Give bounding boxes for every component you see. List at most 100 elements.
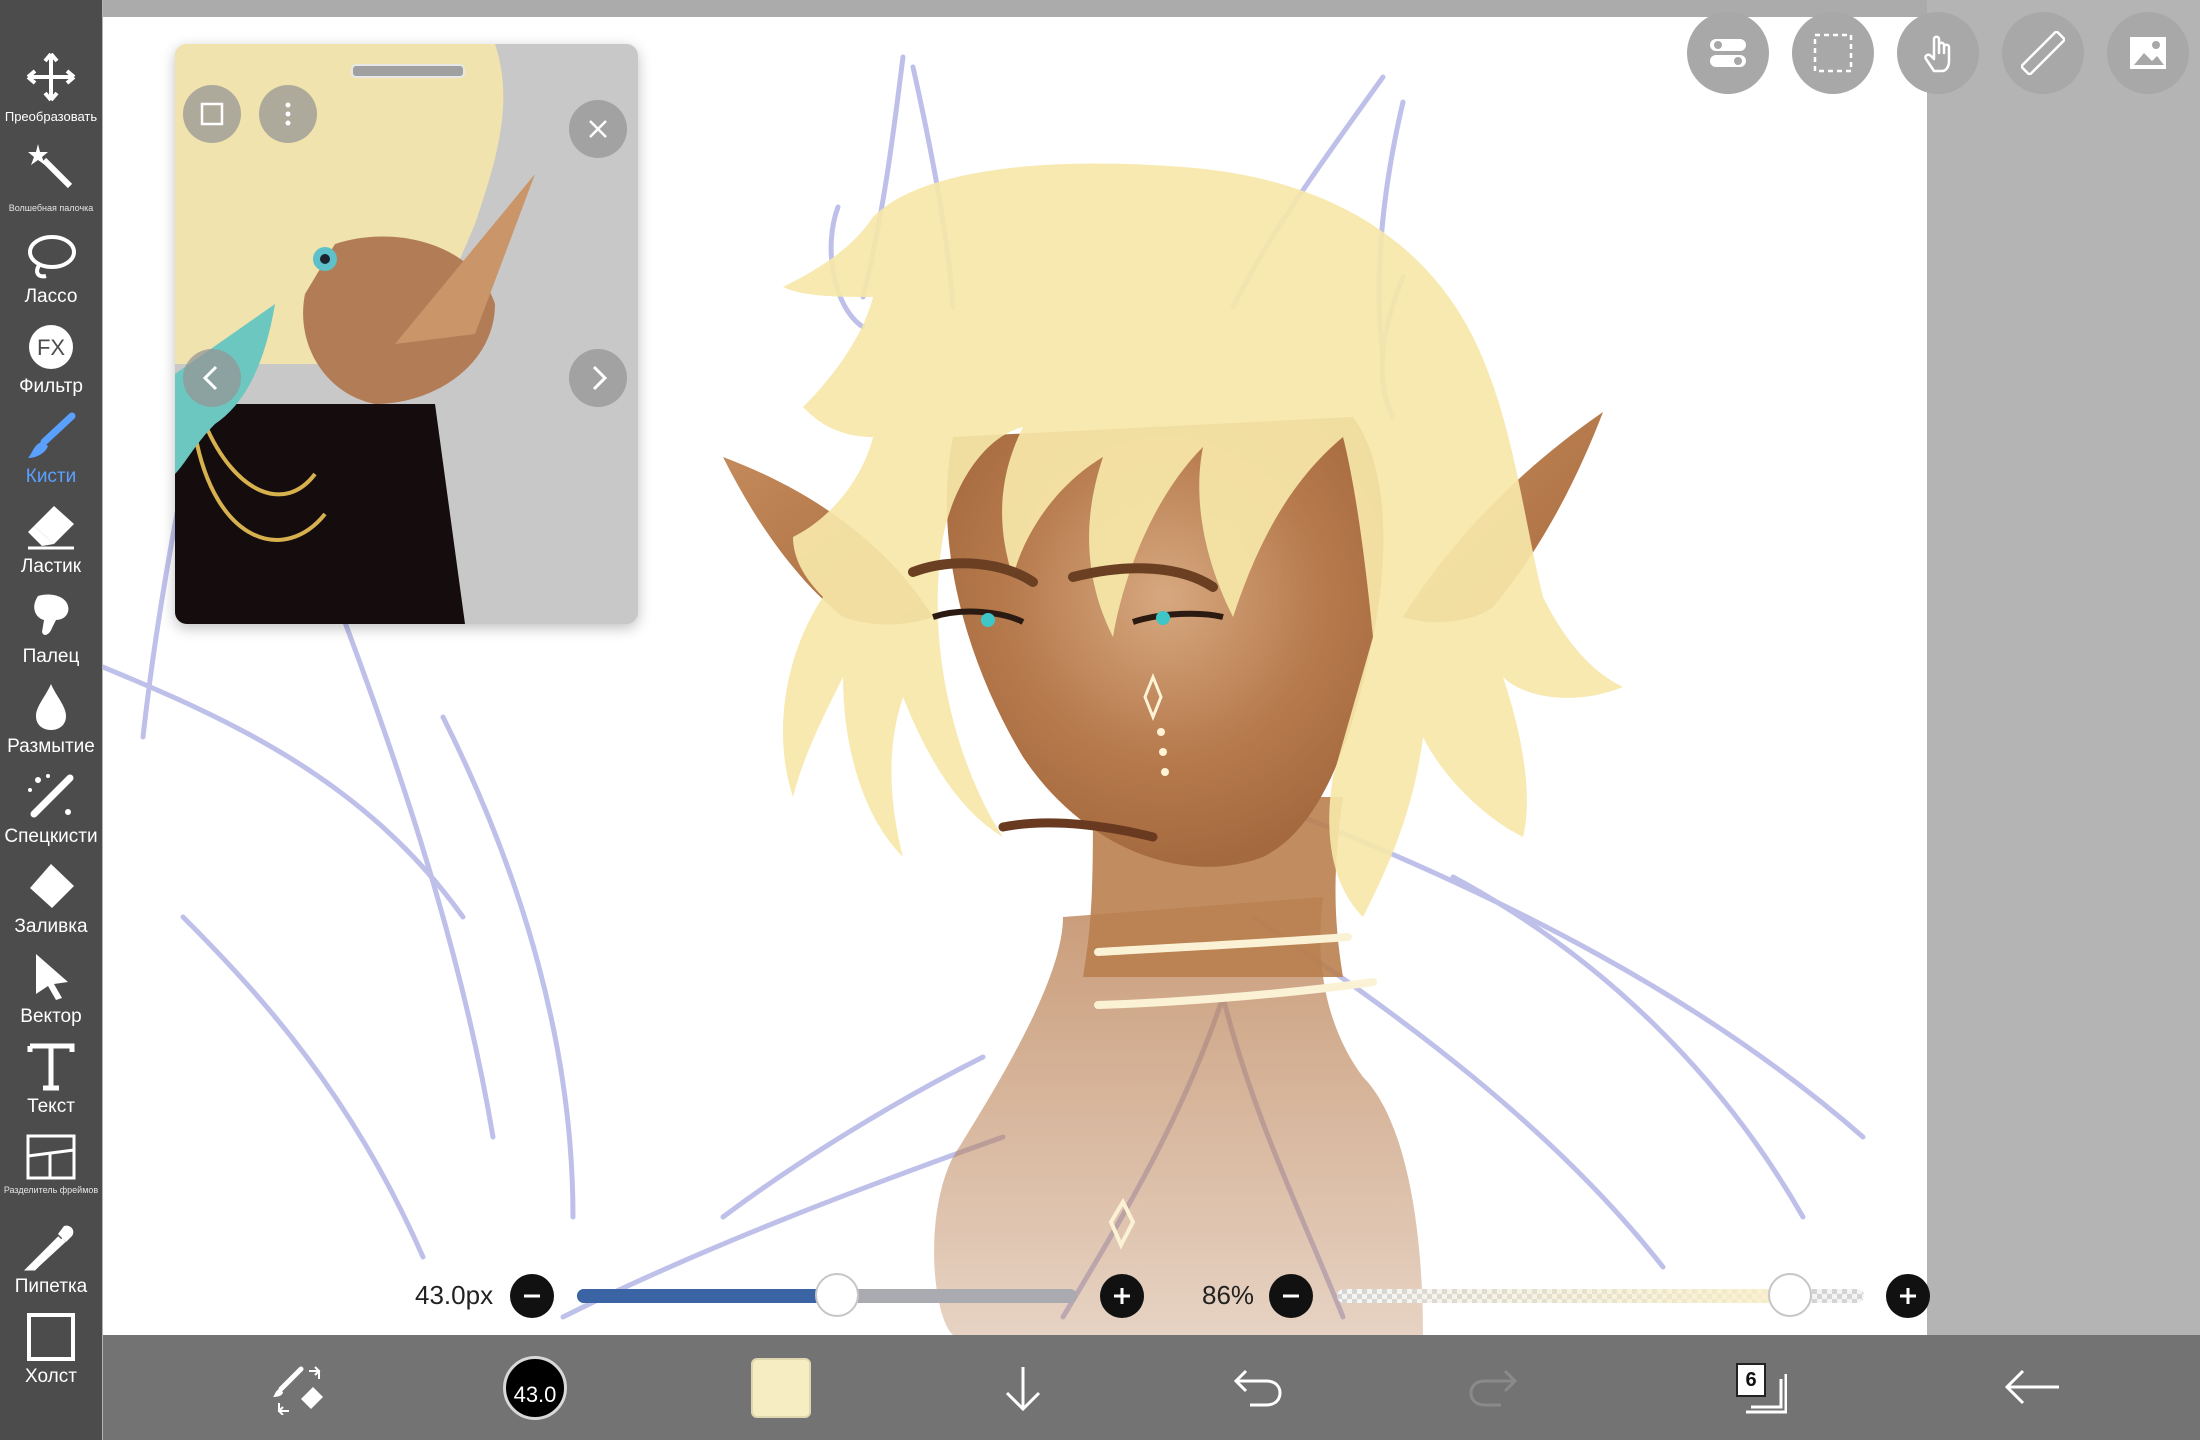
- tool-label: Разделитель фреймов: [3, 1185, 99, 1195]
- reference-window[interactable]: [175, 44, 638, 624]
- eraser-icon: [28, 506, 74, 550]
- reference-prev-button[interactable]: [183, 349, 241, 407]
- brush-icon: [28, 412, 76, 458]
- toggle-switches-icon: [1710, 39, 1746, 67]
- brush-size-decrease-button[interactable]: [510, 1274, 554, 1318]
- tool-label: Ластик: [20, 556, 82, 577]
- tool-label: Холст: [25, 1366, 77, 1387]
- text-T-icon: [27, 1043, 75, 1091]
- tool-special-brush[interactable]: Спецкисти: [0, 766, 102, 854]
- special-brush-icon: [28, 774, 74, 818]
- tool-canvas[interactable]: Холст: [0, 1306, 102, 1394]
- tool-label: Спецкисти: [4, 826, 98, 847]
- opacity-slider[interactable]: [1337, 1273, 1864, 1317]
- blur-drop-icon: [36, 684, 66, 730]
- tool-sidebar: Преобразовать Волшебная палочка Лассо FX…: [0, 0, 102, 1440]
- canvas-top-strip: [103, 0, 1927, 17]
- tool-brush[interactable]: Кисти: [0, 406, 102, 494]
- reference-frame-button[interactable]: [183, 85, 241, 143]
- layer-toggle-button[interactable]: [1687, 12, 1769, 94]
- redo-button[interactable]: [1453, 1335, 1533, 1440]
- workspace-background: [1927, 0, 2200, 1335]
- swap-brush-eraser-icon: [273, 1366, 323, 1415]
- layer-merge-down-button[interactable]: [983, 1335, 1063, 1440]
- undo-icon: [1233, 1369, 1282, 1407]
- svg-text:FX: FX: [37, 335, 65, 360]
- opacity-decrease-button[interactable]: [1269, 1274, 1313, 1318]
- smudge-finger-icon: [34, 594, 69, 635]
- tool-label: Заливка: [14, 916, 88, 937]
- tool-frame-divider[interactable]: Разделитель фреймов: [0, 1126, 102, 1214]
- selection-rect-icon: [1813, 33, 1853, 73]
- bottom-toolbar: 43.0 6: [103, 1335, 2200, 1440]
- lasso-icon: [28, 235, 76, 279]
- tool-label: Размытие: [7, 736, 95, 757]
- material-button[interactable]: [2107, 12, 2189, 94]
- tool-label: Волшебная палочка: [8, 203, 94, 213]
- tool-filter[interactable]: FX Фильтр: [0, 316, 102, 404]
- tool-label: Преобразовать: [4, 109, 98, 124]
- arrow-down-icon: [1005, 1367, 1041, 1412]
- plus-icon: [1114, 1288, 1130, 1304]
- swap-brush-eraser-button[interactable]: [253, 1335, 343, 1440]
- frame-divider-icon: [26, 1134, 76, 1180]
- brush-size-increase-button[interactable]: [1100, 1274, 1144, 1318]
- color-swatch[interactable]: [751, 1358, 811, 1418]
- back-arrow-icon: [2004, 1369, 2059, 1405]
- plus-icon: [1900, 1288, 1916, 1304]
- tool-vector[interactable]: Вектор: [0, 946, 102, 1034]
- reference-drag-handle[interactable]: [351, 64, 465, 78]
- tool-text[interactable]: Текст: [0, 1036, 102, 1124]
- image-icon: [2130, 37, 2166, 69]
- selection-button[interactable]: [1792, 12, 1874, 94]
- brush-size-value: 43.0px: [415, 1280, 494, 1310]
- fill-bucket-icon: [30, 864, 74, 908]
- more-vertical-icon: [285, 102, 291, 126]
- opacity-slider-knob[interactable]: [1768, 1273, 1813, 1317]
- brush-size-indicator: 43.0: [513, 1382, 557, 1407]
- tool-finger[interactable]: Палец: [0, 586, 102, 674]
- minus-icon: [1283, 1294, 1299, 1298]
- magic-wand-icon: [28, 144, 73, 189]
- ruler-button[interactable]: [2002, 12, 2084, 94]
- tool-eraser[interactable]: Ластик: [0, 496, 102, 584]
- frame-icon: [200, 102, 224, 126]
- chevron-right-icon: [592, 365, 608, 391]
- touch-button[interactable]: [1897, 12, 1979, 94]
- tool-fill[interactable]: Заливка: [0, 856, 102, 944]
- tool-label: Палец: [22, 646, 80, 667]
- reference-more-button[interactable]: [259, 85, 317, 143]
- opacity-increase-button[interactable]: [1886, 1274, 1930, 1318]
- redo-icon: [1469, 1369, 1518, 1407]
- tool-label: Кисти: [25, 466, 77, 487]
- tool-magic-wand[interactable]: Волшебная палочка: [0, 136, 102, 224]
- fx-icon: FX: [29, 325, 73, 369]
- tool-eyedropper[interactable]: Пипетка: [0, 1216, 102, 1304]
- layer-count: 6: [1736, 1363, 1766, 1397]
- minus-icon: [524, 1294, 540, 1298]
- tool-label: Пипетка: [14, 1276, 88, 1297]
- chevron-left-icon: [202, 365, 218, 391]
- back-button[interactable]: [1983, 1335, 2083, 1440]
- hand-touch-icon: [1924, 35, 1951, 73]
- opacity-value: 86%: [1202, 1280, 1255, 1310]
- ruler-icon: [2021, 31, 2065, 75]
- vector-cursor-icon: [36, 954, 68, 1000]
- tool-transform[interactable]: Преобразовать: [0, 46, 102, 134]
- eyedropper-icon: [24, 1225, 74, 1271]
- reference-close-button[interactable]: [569, 100, 627, 158]
- tool-label: Вектор: [20, 1006, 82, 1027]
- reference-next-button[interactable]: [569, 349, 627, 407]
- brush-size-slider[interactable]: [577, 1273, 1077, 1317]
- tool-blur[interactable]: Размытие: [0, 676, 102, 764]
- tool-label: Лассо: [24, 286, 78, 307]
- tool-lasso[interactable]: Лассо: [0, 226, 102, 314]
- brush-size-slider-knob[interactable]: [815, 1273, 859, 1317]
- close-icon: [589, 120, 607, 138]
- brush-size-slider-fill: [577, 1289, 837, 1303]
- undo-button[interactable]: [1218, 1335, 1298, 1440]
- brush-size-button[interactable]: 43.0: [503, 1356, 567, 1420]
- move-arrows-icon: [26, 52, 76, 102]
- opacity-slider-fill: [1337, 1289, 1791, 1303]
- tool-label: Текст: [27, 1096, 75, 1117]
